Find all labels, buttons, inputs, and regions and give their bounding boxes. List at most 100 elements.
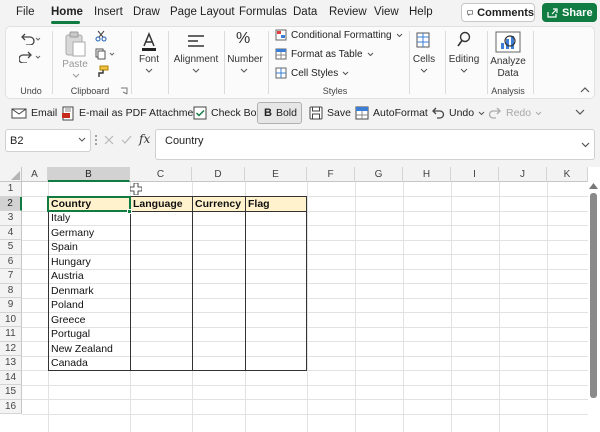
- tab-help[interactable]: Help: [409, 6, 433, 18]
- column-header-g[interactable]: G: [355, 167, 403, 182]
- tab-draw[interactable]: Draw: [133, 6, 160, 18]
- row-header-8[interactable]: 8: [0, 283, 22, 298]
- analyze-data-label-1[interactable]: Analyze: [489, 56, 527, 67]
- chevron-down-icon[interactable]: [192, 68, 200, 73]
- cell-styles-button[interactable]: Cell Styles: [275, 67, 349, 79]
- copy-icon[interactable]: [95, 48, 117, 60]
- cancel-icon[interactable]: [104, 135, 114, 145]
- tab-insert[interactable]: Insert: [94, 6, 123, 18]
- fill-handle[interactable]: [127, 209, 132, 214]
- check-box-button[interactable]: Check Box: [190, 102, 265, 124]
- more-options-icon[interactable]: [94, 133, 98, 147]
- row-header-10[interactable]: 10: [0, 312, 22, 327]
- bold-button[interactable]: B Bold: [257, 102, 302, 124]
- cell-b5[interactable]: Spain: [49, 240, 78, 255]
- format-painter-icon[interactable]: [95, 65, 109, 78]
- formula-input[interactable]: Country: [155, 129, 595, 160]
- chevron-down-icon[interactable]: [460, 68, 468, 73]
- row-header-2[interactable]: 2: [0, 196, 22, 211]
- chevron-down-icon[interactable]: [420, 68, 428, 73]
- percent-icon[interactable]: %: [236, 30, 250, 48]
- cells-icon[interactable]: [416, 32, 430, 48]
- row-header-11[interactable]: 11: [0, 327, 22, 342]
- tab-page-layout[interactable]: Page Layout: [170, 6, 235, 18]
- row-header-13[interactable]: 13: [0, 356, 22, 371]
- column-header-c[interactable]: C: [130, 167, 192, 182]
- cell-b7[interactable]: Austria: [49, 269, 84, 284]
- chevron-down-icon[interactable]: [78, 137, 86, 142]
- email-pdf-button[interactable]: E-mail as PDF Attachment: [58, 102, 205, 124]
- row-header-1[interactable]: 1: [0, 182, 22, 197]
- expand-formula-bar-icon[interactable]: [581, 142, 590, 148]
- spreadsheet-grid[interactable]: A B C D E F G H I J K 1 2 3 4 5 6 7 8 9 …: [0, 167, 600, 432]
- search-icon[interactable]: [456, 31, 472, 49]
- select-all-corner[interactable]: [0, 167, 22, 182]
- tab-review[interactable]: Review: [329, 6, 367, 18]
- column-header-j[interactable]: J: [499, 167, 547, 182]
- alignment-icon[interactable]: [186, 33, 206, 51]
- chevron-down-icon[interactable]: [72, 73, 80, 78]
- enter-check-icon[interactable]: [121, 135, 132, 145]
- chevron-down-icon[interactable]: [240, 68, 248, 73]
- cell-b13[interactable]: Canada: [49, 356, 88, 371]
- column-header-i[interactable]: I: [451, 167, 499, 182]
- cell-b10[interactable]: Greece: [49, 313, 85, 328]
- analyze-data-icon[interactable]: [495, 31, 521, 53]
- redo-icon[interactable]: [19, 51, 41, 63]
- font-label[interactable]: Font: [134, 54, 164, 65]
- comments-button[interactable]: Comments: [461, 3, 535, 22]
- tab-home[interactable]: Home: [51, 6, 83, 18]
- cell-d2[interactable]: Currency: [193, 196, 245, 211]
- alignment-label[interactable]: Alignment: [173, 54, 219, 65]
- row-header-3[interactable]: 3: [0, 211, 22, 226]
- row-header-16[interactable]: 16: [0, 399, 22, 414]
- cell-c2[interactable]: Language: [131, 196, 192, 211]
- column-header-e[interactable]: E: [245, 167, 307, 182]
- row-header-15[interactable]: 15: [0, 385, 22, 400]
- cell-b4[interactable]: Germany: [49, 226, 94, 241]
- cell-b8[interactable]: Denmark: [49, 284, 94, 299]
- paste-icon[interactable]: [63, 31, 87, 57]
- tab-formulas[interactable]: Formulas: [239, 6, 287, 18]
- tab-data[interactable]: Data: [293, 6, 317, 18]
- cell-b9[interactable]: Poland: [49, 298, 84, 313]
- cell-b3[interactable]: Italy: [49, 211, 70, 226]
- cell-b12[interactable]: New Zealand: [49, 342, 113, 357]
- column-header-f[interactable]: F: [307, 167, 355, 182]
- row-header-6[interactable]: 6: [0, 254, 22, 269]
- redo-button[interactable]: Redo: [485, 102, 545, 124]
- collapse-ribbon-icon[interactable]: [580, 86, 590, 93]
- email-button[interactable]: Email: [8, 102, 60, 124]
- row-header-5[interactable]: 5: [0, 240, 22, 255]
- format-as-table-button[interactable]: Format as Table: [275, 48, 374, 60]
- row-header-14[interactable]: 14: [0, 370, 22, 385]
- editing-label[interactable]: Editing: [446, 54, 482, 65]
- cell-b11[interactable]: Portugal: [49, 327, 90, 342]
- undo-icon[interactable]: [19, 33, 41, 45]
- vertical-scrollbar-thumb[interactable]: [590, 193, 597, 398]
- column-header-d[interactable]: D: [192, 167, 245, 182]
- chevron-down-icon[interactable]: [145, 68, 153, 73]
- tab-file[interactable]: File: [16, 6, 35, 18]
- autoformat-button[interactable]: AutoFormat: [352, 102, 431, 124]
- tab-view[interactable]: View: [374, 6, 399, 18]
- row-header-7[interactable]: 7: [0, 269, 22, 284]
- cells-label[interactable]: Cells: [410, 54, 438, 65]
- scroll-up-icon[interactable]: [589, 183, 598, 189]
- row-header-4[interactable]: 4: [0, 225, 22, 240]
- row-header-12[interactable]: 12: [0, 341, 22, 356]
- number-label[interactable]: Number: [226, 54, 264, 65]
- dialog-launcher-icon[interactable]: [120, 87, 128, 95]
- cell-e2[interactable]: Flag: [246, 196, 307, 211]
- share-button[interactable]: Share: [542, 3, 597, 22]
- conditional-formatting-button[interactable]: Conditional Formatting: [275, 29, 403, 41]
- column-header-a[interactable]: A: [22, 167, 48, 182]
- font-icon[interactable]: [140, 32, 158, 52]
- insert-function-icon[interactable]: fx: [139, 132, 150, 146]
- cell-b6[interactable]: Hungary: [49, 255, 91, 270]
- undo-button[interactable]: Undo: [428, 102, 488, 124]
- cut-icon[interactable]: [95, 30, 107, 42]
- column-header-h[interactable]: H: [403, 167, 451, 182]
- analyze-data-label-2[interactable]: Data: [489, 68, 527, 79]
- column-header-k[interactable]: K: [547, 167, 588, 182]
